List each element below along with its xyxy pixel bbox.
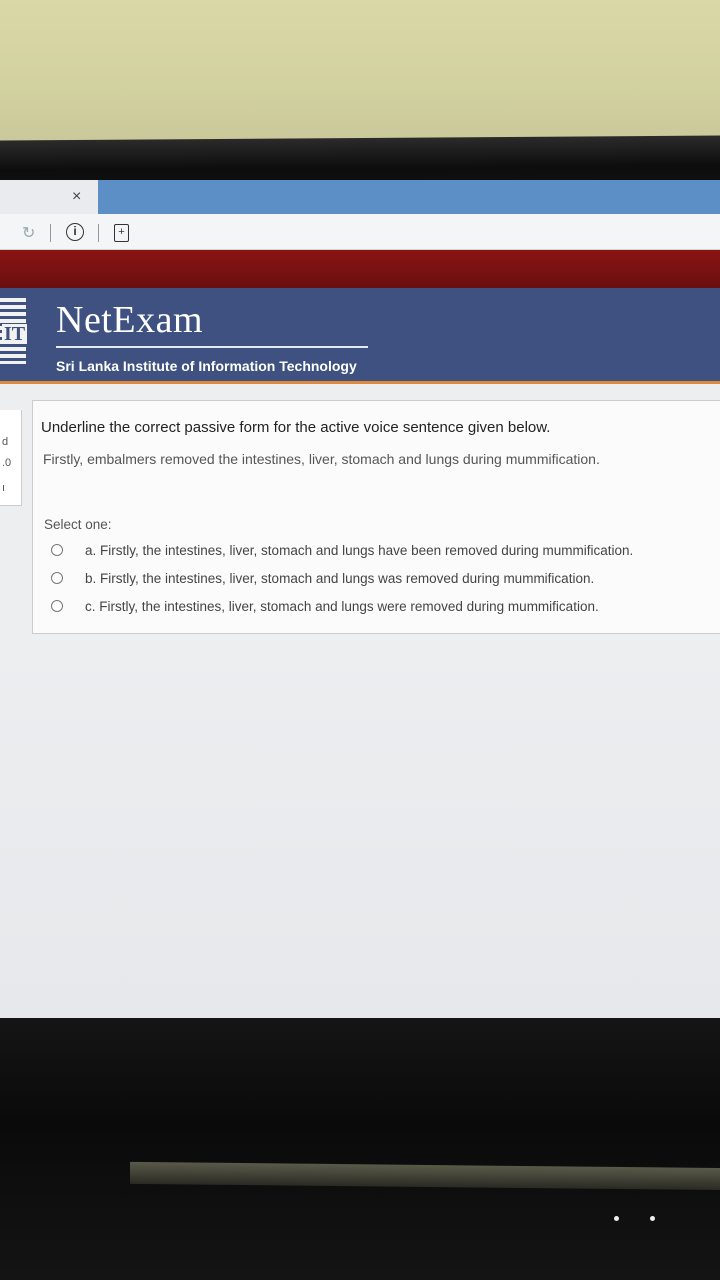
background-wall — [0, 0, 720, 145]
active-tab[interactable] — [98, 180, 720, 214]
nav-fragment-text: .0 — [2, 457, 12, 469]
answer-option-label[interactable]: b. Firstly, the intestines, liver, stoma… — [85, 571, 594, 586]
question-sentence: Firstly, embalmers removed the intestine… — [43, 451, 600, 467]
radio-button[interactable] — [51, 572, 63, 584]
answer-option-label[interactable]: c. Firstly, the intestines, liver, stoma… — [85, 599, 599, 614]
monitor-bezel-bottom — [0, 1018, 720, 1280]
page-action-icon[interactable]: + — [114, 224, 129, 242]
radio-button[interactable] — [51, 600, 63, 612]
site-top-bar — [0, 250, 720, 288]
indicator-light-icon — [650, 1216, 655, 1221]
monitor-screen: × ↻ i + IT NetExam Sri Lanka Institute o… — [0, 180, 720, 1025]
answer-option-label[interactable]: a. Firstly, the intestines, liver, stoma… — [85, 543, 633, 558]
site-header: IT NetExam Sri Lanka Institute of Inform… — [0, 288, 720, 384]
nav-fragment-text: ı — [2, 482, 6, 494]
logo-text: IT — [2, 323, 28, 345]
radio-button[interactable] — [51, 544, 63, 556]
answer-option-b[interactable]: b. Firstly, the intestines, liver, stoma… — [51, 568, 594, 588]
close-tab-icon[interactable]: × — [72, 188, 81, 206]
reload-icon[interactable]: ↻ — [22, 223, 35, 243]
nav-fragment-text: d — [2, 436, 9, 448]
sliit-logo[interactable]: IT — [0, 298, 28, 364]
answer-option-c[interactable]: c. Firstly, the intestines, liver, stoma… — [51, 596, 599, 616]
toolbar-divider — [98, 224, 99, 242]
institution-name: Sri Lanka Institute of Information Techn… — [56, 358, 357, 374]
navigation-block-fragment[interactable]: d .0 ı — [0, 410, 22, 506]
brand-divider — [56, 346, 368, 348]
tab-strip: × — [0, 180, 720, 214]
question-instruction: Underline the correct passive form for t… — [41, 419, 551, 436]
question-card: Underline the correct passive form for t… — [32, 400, 720, 634]
brand-title[interactable]: NetExam — [56, 298, 203, 342]
select-one-label: Select one: — [44, 517, 112, 532]
info-icon[interactable]: i — [66, 223, 84, 241]
answer-option-a[interactable]: a. Firstly, the intestines, liver, stoma… — [51, 540, 633, 560]
toolbar-divider — [50, 224, 51, 242]
indicator-light-icon — [614, 1216, 619, 1221]
browser-toolbar: ↻ i + — [0, 214, 720, 250]
page-body-empty-area — [0, 634, 720, 1025]
